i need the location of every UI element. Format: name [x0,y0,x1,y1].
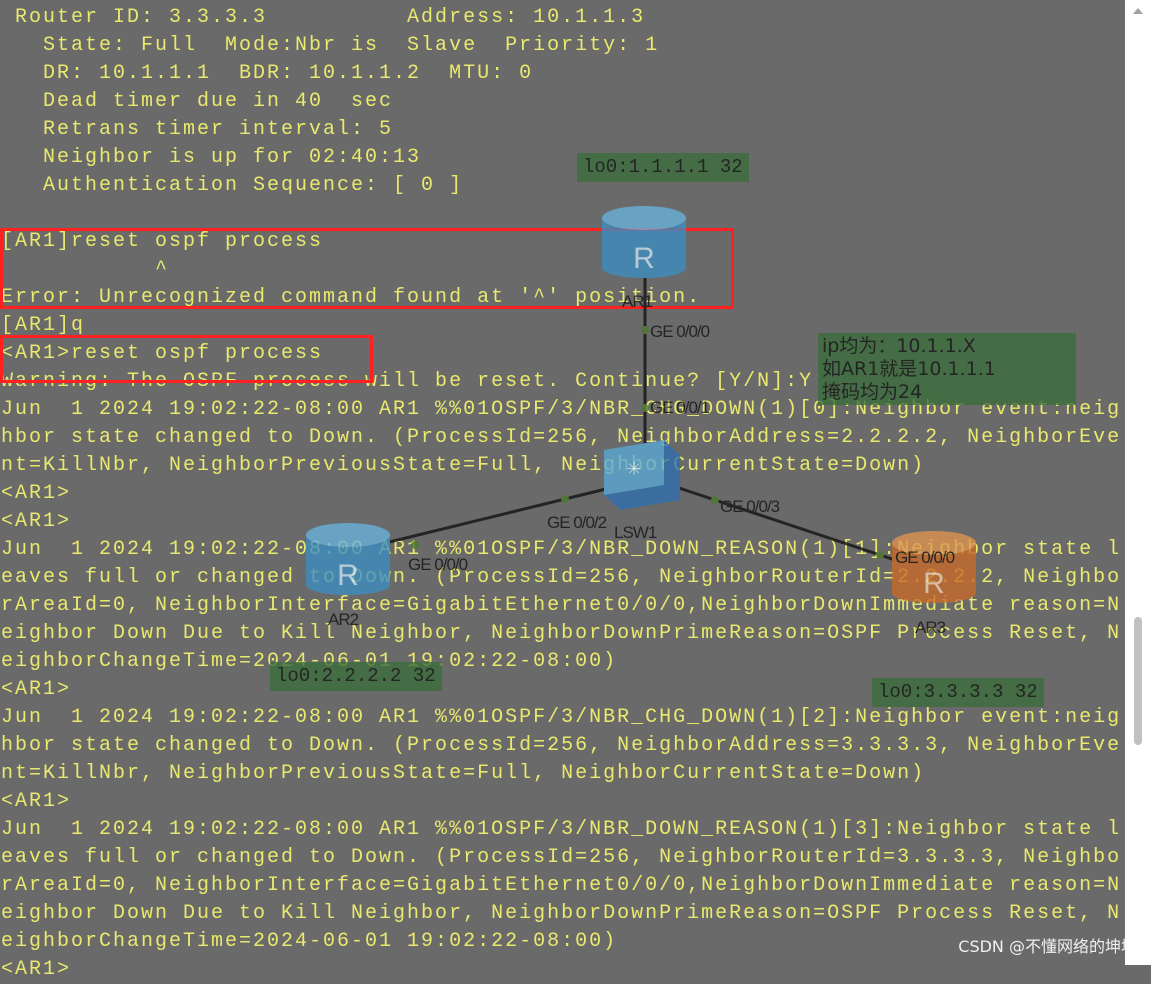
svg-text:R: R [633,242,655,275]
loopback-label-ar1: lo0:1.1.1.1 32 [577,153,749,182]
note-line: 如AR1就是10.1.1.1 [822,358,996,380]
loopback-label-ar2: lo0:2.2.2.2 32 [270,662,442,691]
ip-note: ip均为：10.1.1.X 如AR1就是10.1.1.1 掩码均为24 [818,333,1076,405]
vertical-scrollbar[interactable] [1125,0,1151,965]
link-lsw1-ar3 [669,483,911,567]
svg-text:R: R [337,559,359,592]
port-dot [711,496,719,504]
scroll-up-arrow-icon[interactable] [1133,8,1143,14]
scrollbar-thumb[interactable] [1134,617,1142,745]
device-label-lsw1: LSW1 [614,523,657,542]
device-label-ar2: AR2 [328,610,359,629]
svg-text:R: R [923,567,945,600]
port-label: GE 0/0/2 [547,513,607,532]
port-dot [641,404,649,412]
port-label: GE 0/0/1 [650,398,710,417]
port-label: GE 0/0/0 [895,548,955,567]
loopback-label-ar3: lo0:3.3.3.3 32 [872,678,1044,707]
svg-text:✳: ✳ [626,459,641,480]
device-label-ar3: AR3 [915,618,946,637]
port-dot [411,541,419,549]
device-label-ar1: AR1 [622,292,653,311]
topology-diagram: R R R ✳ AR1 GE 0/0/0 GE 0/0/1 GE 0/0/2 G… [0,0,1125,965]
port-dot [876,551,884,559]
port-dot [561,495,569,503]
router-ar2-icon: R [306,523,390,595]
note-line: 掩码均为24 [822,381,923,403]
port-dot [641,326,649,334]
router-ar1-icon: R [602,206,686,278]
note-line: ip均为：10.1.1.X [822,335,976,357]
watermark: CSDN @不懂网络的坤坤 [958,937,1137,956]
port-label: GE 0/0/0 [408,555,468,574]
switch-lsw1-icon: ✳ [604,440,680,510]
links [364,270,911,567]
port-label: GE 0/0/0 [650,322,710,341]
port-label: GE 0/0/3 [720,497,780,516]
